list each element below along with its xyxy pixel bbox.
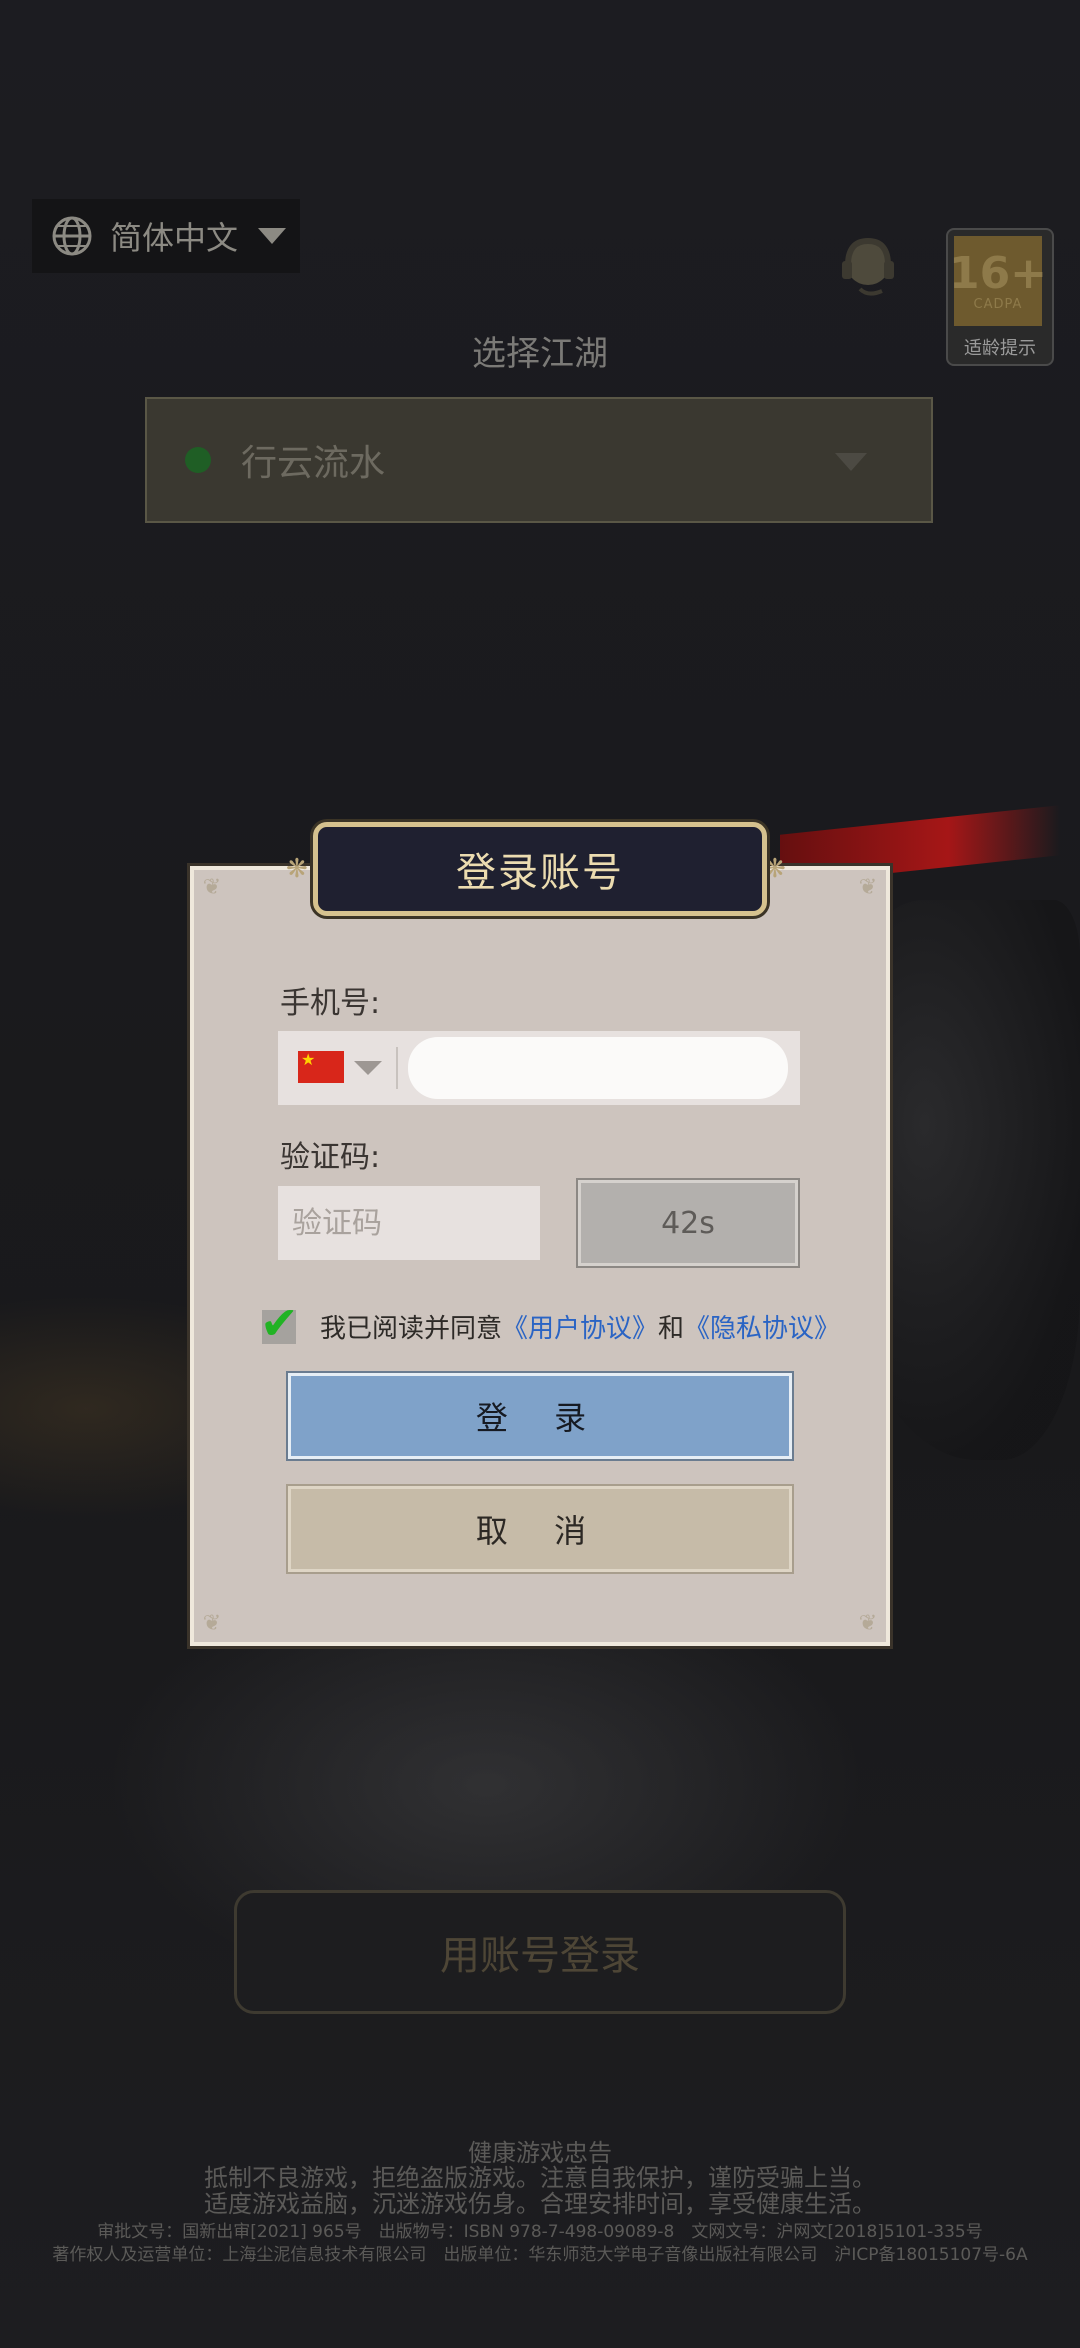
footer-license-line: 审批文号：国新出审[2021] 965号 出版物号：ISBN 978-7-498… xyxy=(97,2222,983,2242)
age-rating-org: CADPA xyxy=(973,296,1023,312)
server-selector[interactable]: 行云流水 xyxy=(145,397,933,523)
login-button[interactable]: 登 录 xyxy=(286,1371,794,1461)
agree-text: 我已阅读并同意《用户协议》和《隐私协议》 xyxy=(320,1308,840,1345)
language-selector[interactable]: 简体中文 xyxy=(32,199,300,273)
age-rating-number: 16+ xyxy=(948,247,1048,299)
corner-ornament-icon: ❦ xyxy=(202,875,222,900)
globe-icon xyxy=(52,216,92,256)
corner-ornament-icon: ❦ xyxy=(202,1611,222,1636)
phone-row: ★ xyxy=(278,1031,800,1105)
footer-health-line2: 适度游戏益脑，沉迷游戏伤身。合理安排时间，享受健康生活。 xyxy=(204,2190,876,2218)
divider xyxy=(396,1047,398,1089)
agree-checkbox[interactable]: ✔ xyxy=(260,1296,299,1350)
phone-input[interactable] xyxy=(408,1037,788,1099)
chevron-down-icon xyxy=(258,228,287,244)
dialog-title: 登录账号 xyxy=(456,850,624,896)
language-label: 简体中文 xyxy=(110,219,239,257)
code-input[interactable] xyxy=(278,1186,540,1260)
age-rating-box: 16+ CADPA xyxy=(949,236,1047,326)
header-ornament-icon: ❋ xyxy=(764,854,786,884)
china-flag-icon[interactable]: ★ xyxy=(298,1051,344,1083)
country-chevron-down-icon[interactable] xyxy=(354,1061,382,1075)
privacy-agreement-link[interactable]: 《隐私协议》 xyxy=(684,1314,840,1344)
agree-and: 和 xyxy=(658,1314,685,1344)
server-title: 选择江湖 xyxy=(472,334,608,374)
corner-ornament-icon: ❦ xyxy=(858,875,878,900)
agree-prefix: 我已阅读并同意 xyxy=(320,1314,503,1344)
footer-copyright-line: 著作权人及运营单位：上海尘泥信息技术有限公司 出版单位：华东师范大学电子音像出版… xyxy=(52,2245,1028,2265)
chevron-down-icon xyxy=(835,453,867,471)
header-ornament-icon: ❋ xyxy=(286,854,308,884)
dialog-header: 登录账号 xyxy=(313,822,767,916)
account-login-button[interactable]: 用账号登录 xyxy=(234,1890,846,2014)
cancel-button[interactable]: 取 消 xyxy=(286,1484,794,1574)
phone-label: 手机号: xyxy=(280,986,381,1021)
server-status-dot xyxy=(185,447,211,473)
user-agreement-link[interactable]: 《用户协议》 xyxy=(502,1314,658,1344)
corner-ornament-icon: ❦ xyxy=(858,1611,878,1636)
checkmark-icon: ✔ xyxy=(260,1295,299,1350)
agreement-row: ✔ 我已阅读并同意《用户协议》和《隐私协议》 xyxy=(260,1296,840,1350)
resend-code-button[interactable]: 42s xyxy=(576,1178,800,1268)
server-name: 行云流水 xyxy=(241,443,386,484)
code-label: 验证码: xyxy=(280,1140,381,1175)
customer-service-icon[interactable] xyxy=(838,233,898,309)
